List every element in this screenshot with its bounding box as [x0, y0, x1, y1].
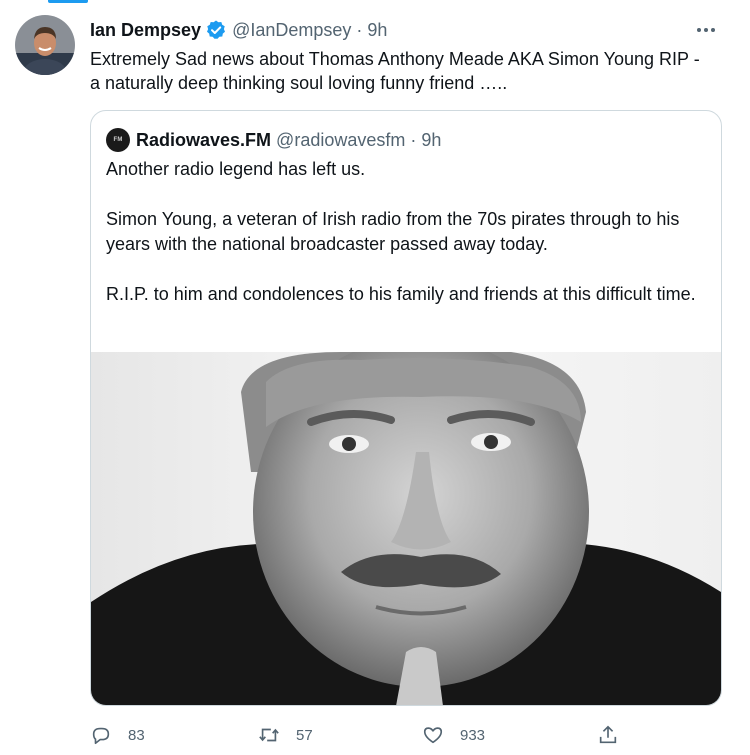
- tweet-actions: 83 57 933: [90, 718, 650, 752]
- quoted-tweet-text: Another radio legend has left us. Simon …: [106, 157, 716, 307]
- separator-dot: ·: [410, 129, 417, 150]
- quoted-tweet-header: FM Radiowaves.FM @radiowavesfm · 9h: [106, 128, 441, 152]
- tweet-text-line: Extremely Sad news about Thomas Anthony …: [90, 49, 700, 69]
- tweet-text: Extremely Sad news about Thomas Anthony …: [90, 47, 730, 95]
- share-button[interactable]: [597, 718, 619, 752]
- radiowaves-logo-icon: FM: [113, 137, 123, 143]
- avatar[interactable]: [15, 15, 75, 75]
- more-options-button[interactable]: [692, 16, 720, 44]
- tweet-text-line: a naturally deep thinking soul loving fu…: [90, 73, 508, 93]
- author-name[interactable]: Ian Dempsey: [90, 20, 201, 41]
- quoted-tweet[interactable]: FM Radiowaves.FM @radiowavesfm · 9h Anot…: [90, 110, 722, 706]
- quoted-paragraph: Simon Young, a veteran of Irish radio fr…: [106, 209, 680, 254]
- heart-icon: [423, 727, 443, 744]
- separator-dot: ·: [356, 19, 363, 40]
- retweet-button[interactable]: 57: [258, 718, 313, 752]
- ellipsis-icon: [697, 28, 715, 32]
- tweet[interactable]: Ian Dempsey @IanDempsey · 9h Extremely S…: [0, 0, 750, 755]
- author-handle[interactable]: @IanDempsey: [232, 20, 351, 41]
- retweet-count: 57: [296, 726, 313, 744]
- reply-button[interactable]: 83: [90, 718, 145, 752]
- quoted-author-name: Radiowaves.FM: [136, 129, 272, 150]
- reply-count: 83: [128, 726, 145, 744]
- quoted-timestamp: 9h: [421, 129, 442, 150]
- share-icon: [599, 725, 617, 744]
- verified-badge-icon: [205, 19, 227, 41]
- quoted-paragraph: Another radio legend has left us.: [106, 159, 366, 179]
- quoted-avatar: FM: [106, 128, 130, 152]
- reply-icon: [92, 727, 110, 745]
- like-button[interactable]: 933: [422, 718, 485, 752]
- quoted-paragraph: R.I.P. to him and condolences to his fam…: [106, 284, 696, 304]
- retweet-icon: [259, 728, 279, 742]
- like-count: 933: [460, 726, 486, 744]
- quoted-author-handle: @radiowavesfm: [276, 129, 406, 150]
- timestamp[interactable]: 9h: [367, 20, 387, 41]
- quoted-image[interactable]: [91, 352, 721, 705]
- tweet-header: Ian Dempsey @IanDempsey · 9h: [90, 18, 387, 42]
